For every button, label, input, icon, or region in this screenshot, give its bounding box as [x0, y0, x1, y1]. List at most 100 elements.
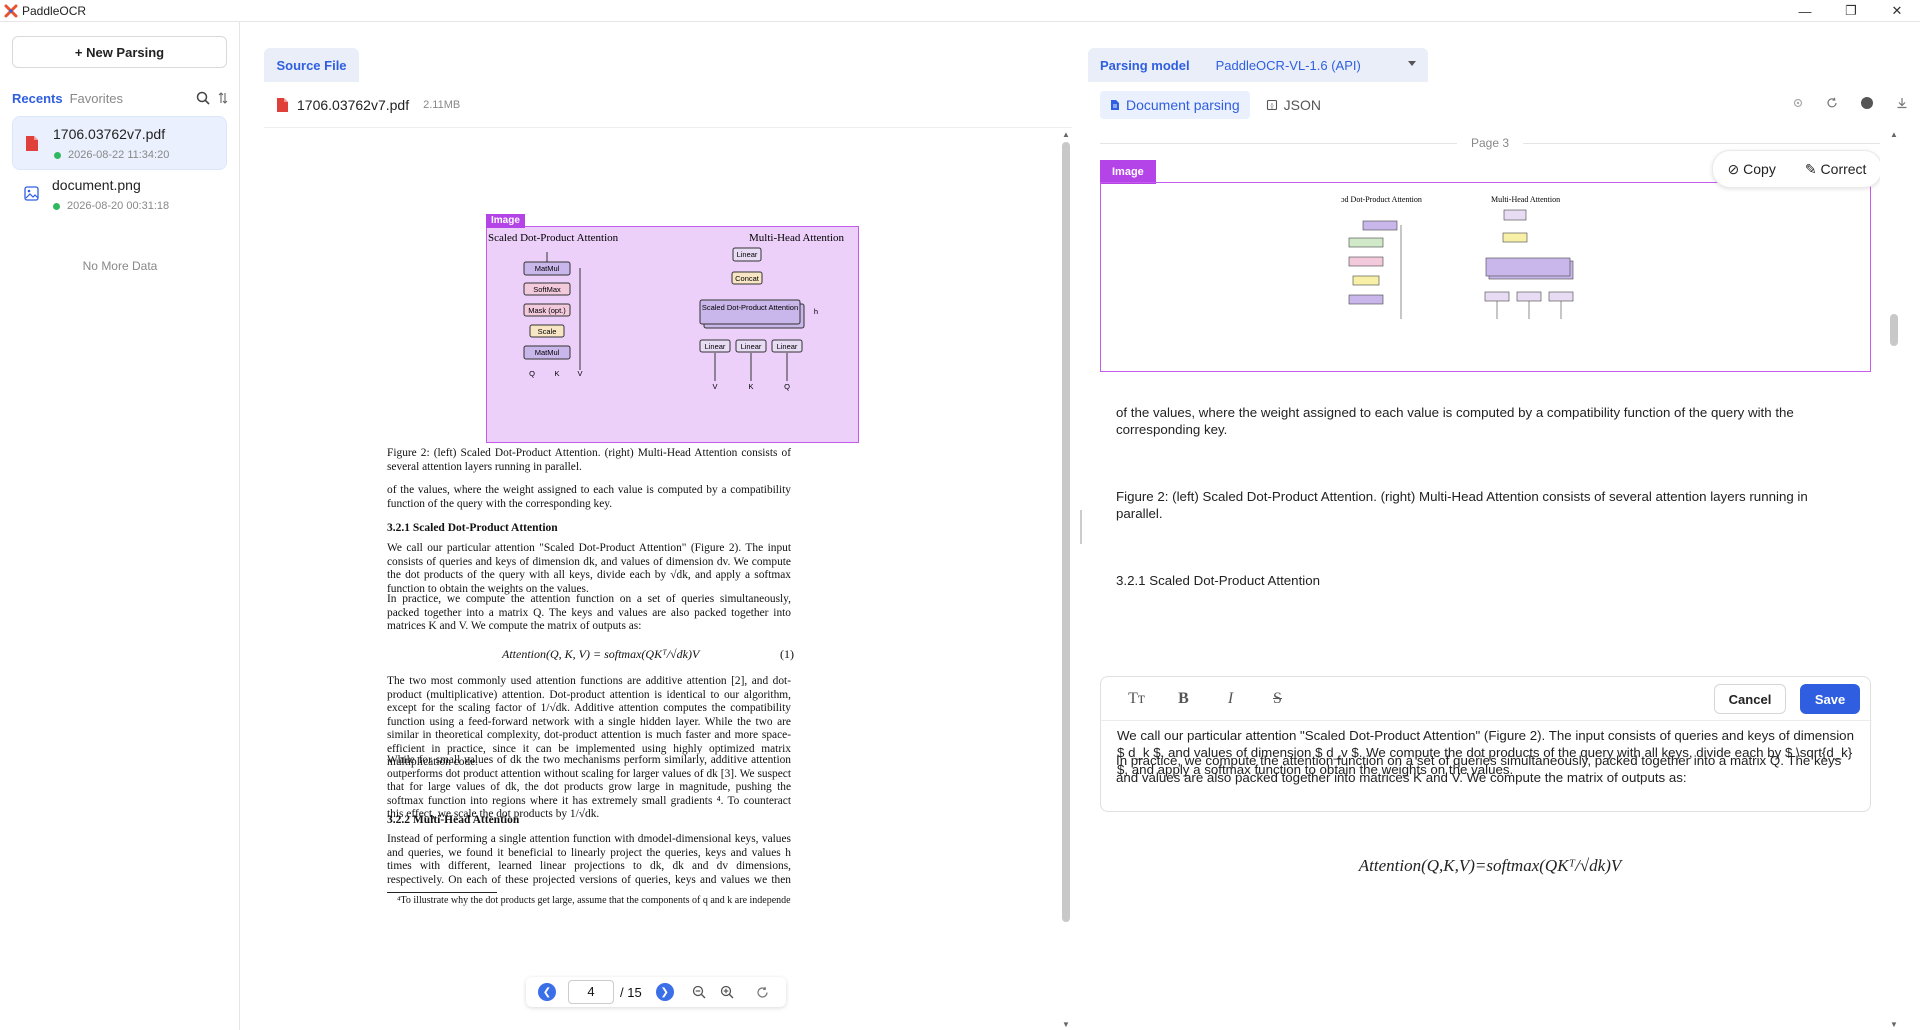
pdf-heading: 3.2.1 Scaled Dot-Product Attention — [387, 522, 558, 534]
fig-block: MatMul — [535, 348, 560, 357]
tab-favorites[interactable]: Favorites — [70, 91, 123, 106]
json-icon: {} — [1266, 99, 1277, 111]
copy-correct-toolbar: ⊘ Copy ✎ Correct — [1712, 150, 1880, 188]
copy-button[interactable]: ⊘ Copy — [1728, 161, 1776, 178]
pdf-paragraph: of the values, where the weight assigned… — [387, 484, 791, 510]
pdf-page: Image Scaled Dot-Product Attention Multi… — [264, 130, 1054, 1030]
pdf-paragraph: While for small values of dk the two mec… — [387, 754, 791, 820]
app-window: PaddleOCR — ❐ ✕ + New Parsing Recents Fa… — [0, 0, 1920, 1030]
tab-json-label: JSON — [1283, 97, 1321, 113]
italic-button[interactable]: I — [1207, 690, 1254, 708]
download-icon[interactable] — [1896, 97, 1908, 109]
scroll-thumb[interactable] — [1890, 314, 1898, 346]
fig-input-label: K — [748, 382, 753, 391]
result-subtabs: Document parsing {} JSON — [1088, 82, 1908, 128]
parsing-model-label: Parsing model — [1100, 57, 1190, 73]
attention-figure: Scaled Dot-Product Attention Multi-Head … — [488, 232, 845, 391]
tab-source-file[interactable]: Source File — [264, 48, 359, 82]
restore-button[interactable]: ❐ — [1828, 0, 1874, 22]
next-page-button[interactable]: ❯ — [655, 983, 674, 1001]
sort-icon[interactable] — [218, 92, 228, 104]
fig-block: Scale — [538, 327, 557, 336]
page-number-input[interactable]: 4 — [568, 980, 614, 1004]
chevron-down-icon[interactable] — [1408, 61, 1416, 66]
fig-input-label: K — [554, 369, 559, 378]
fig-block: SoftMax — [533, 285, 561, 294]
zoom-out-icon[interactable] — [692, 985, 706, 999]
result-equation[interactable]: Attention(Q,K,V)=softmax(QKᵀ/√dk)V — [1100, 856, 1880, 876]
result-toolbar — [1792, 96, 1908, 110]
fig-block: Concat — [735, 274, 760, 283]
strikethrough-button[interactable]: S — [1254, 690, 1301, 708]
parsing-model-value[interactable]: PaddleOCR-VL-1.6 (API) — [1216, 58, 1361, 73]
bold-button[interactable]: B — [1160, 690, 1207, 708]
prev-page-button[interactable]: ❮ — [538, 983, 556, 1001]
pdf-viewer[interactable]: Image Scaled Dot-Product Attention Multi… — [264, 130, 1054, 1030]
fig-block: Linear — [777, 342, 798, 351]
tab-document-parsing[interactable]: Document parsing — [1100, 91, 1250, 119]
source-scrollbar[interactable]: ▲ ▼ — [1060, 130, 1072, 1030]
page-separator: Page 3 — [1100, 136, 1880, 150]
pdf-footnote: ⁴To illustrate why the dot products get … — [397, 895, 791, 906]
status-dot-icon — [54, 152, 61, 159]
fig-input-label: Q — [529, 369, 535, 378]
correct-button[interactable]: ✎ Correct — [1805, 161, 1867, 178]
result-scrollbar[interactable]: ▲ ▼ — [1888, 130, 1900, 1030]
source-file-name: 1706.03762v7.pdf — [297, 96, 410, 113]
pdf-equation: Attention(Q, K, V) = softmax(QKᵀ/√dk)V — [502, 647, 700, 661]
fig-input-label: V — [712, 382, 717, 391]
theme-toggle-icon[interactable] — [1860, 96, 1874, 110]
zoom-in-icon[interactable] — [720, 985, 734, 999]
block-editor: Tт B I S Cancel Save We call our particu… — [1100, 676, 1872, 812]
fig-right-title: Multi-Head Attention — [749, 232, 845, 244]
result-heading[interactable]: 3.2.1 Scaled Dot-Product Attention — [1116, 572, 1856, 589]
scroll-up-arrow-icon[interactable]: ▲ — [1890, 130, 1898, 139]
result-paragraph[interactable]: In practice, we compute the attention fu… — [1116, 752, 1856, 786]
panel-resize-handle[interactable] — [1080, 510, 1082, 544]
reset-view-icon[interactable] — [756, 986, 769, 999]
page-navigator: ❮ 4 / 15 ❯ — [526, 977, 786, 1007]
fig-block: Linear — [737, 250, 758, 259]
page-label: Page 3 — [1470, 136, 1510, 150]
fig-block: Mask (opt.) — [528, 306, 566, 315]
pdf-file-icon — [26, 136, 38, 151]
minimize-button[interactable]: — — [1782, 0, 1828, 22]
result-paragraph[interactable]: of the values, where the weight assigned… — [1116, 404, 1856, 438]
editor-toolbar: Tт B I S Cancel Save — [1101, 677, 1872, 721]
pdf-heading: 3.2.2 Multi-Head Attention — [387, 814, 520, 826]
refresh-icon[interactable] — [1826, 97, 1838, 109]
new-parsing-button[interactable]: + New Parsing — [12, 36, 227, 68]
save-button[interactable]: Save — [1800, 684, 1860, 714]
tab-recents[interactable]: Recents — [12, 91, 63, 106]
scroll-down-arrow-icon[interactable]: ▼ — [1062, 1020, 1070, 1029]
recent-file-item[interactable]: document.png 2026-08-20 00:31:18 — [12, 168, 227, 222]
pdf-paragraph: In practice, we compute the attention fu… — [387, 593, 791, 632]
result-figure-image: ɔd Dot-Product Attention Multi-Head Atte… — [1341, 195, 1574, 319]
result-caption[interactable]: Figure 2: (left) Scaled Dot-Product Atte… — [1116, 488, 1856, 522]
fig-h-label: h — [814, 307, 818, 316]
scroll-thumb[interactable] — [1062, 142, 1070, 922]
settings-icon[interactable] — [1792, 97, 1804, 109]
fig-block: Linear — [705, 342, 726, 351]
result-panel: Parsing model PaddleOCR-VL-1.6 (API) Doc… — [1088, 48, 1908, 1030]
result-viewer[interactable]: Page 3 Image ɔd Dot-Product Attention Mu… — [1100, 130, 1880, 1030]
scroll-up-arrow-icon[interactable]: ▲ — [1062, 130, 1070, 139]
parsing-model-selector[interactable]: Parsing model PaddleOCR-VL-1.6 (API) — [1088, 48, 1428, 82]
file-name: document.png — [52, 177, 141, 193]
result-figure-box[interactable]: ɔd Dot-Product Attention Multi-Head Atte… — [1100, 182, 1871, 372]
svg-text:{}: {} — [1270, 104, 1274, 110]
source-file-info: 1706.03762v7.pdf 2.11MB — [264, 82, 1072, 128]
no-more-data-text: No More Data — [82, 259, 158, 273]
scroll-down-arrow-icon[interactable]: ▼ — [1890, 1020, 1898, 1029]
cancel-button[interactable]: Cancel — [1714, 684, 1786, 714]
window-controls: — ❐ ✕ — [1782, 0, 1920, 22]
fig-right-title: Multi-Head Attention — [1491, 195, 1560, 204]
recent-file-item[interactable]: 1706.03762v7.pdf 2026-08-22 11:34:20 — [12, 116, 227, 170]
text-style-button[interactable]: Tт — [1113, 690, 1160, 708]
tab-json[interactable]: {} JSON — [1256, 91, 1331, 119]
close-button[interactable]: ✕ — [1874, 0, 1920, 22]
file-name: 1706.03762v7.pdf — [53, 126, 166, 142]
search-icon[interactable] — [196, 91, 210, 105]
figure-label-tag: Image — [1100, 160, 1156, 184]
pdf-equation-number: (1) — [780, 647, 794, 661]
